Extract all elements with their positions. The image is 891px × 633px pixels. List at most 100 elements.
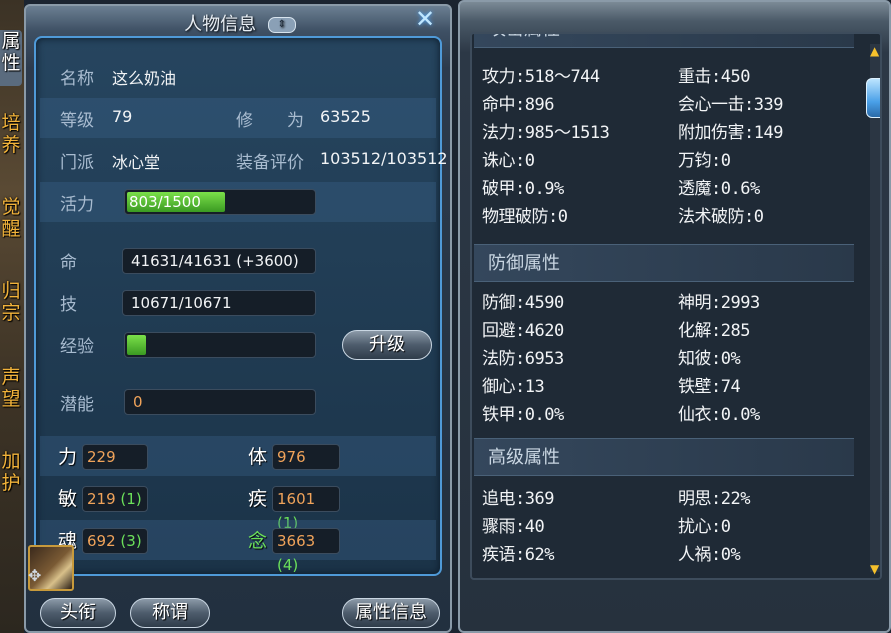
faction-label: 门派 [60,153,94,173]
attr-defense-6: 御心:13 [482,377,545,397]
stat-strength-value: 229 [87,448,116,466]
cultivation-label: 修 为 [236,111,304,131]
stat-constitution: 976 [272,444,340,470]
stat-speed-value: 1601 [277,490,316,508]
vitality-text: 803/1500 [129,193,201,211]
character-name: 这么奶油 [112,69,177,88]
stat-label-mind: 念 [248,530,268,552]
side-tab-cultivate[interactable]: 培养 [0,112,22,156]
stats-row-2: 敏 219 (1) 疾 1601 (1) [40,478,436,532]
stat-mind: 3663 (4) [272,528,340,574]
exp-bar-fill [127,335,146,355]
panel-title-text: 人物信息 [184,14,257,35]
stat-soul-bonus: (3) [120,532,142,550]
attr-defense-0: 防御:4590 [482,293,564,313]
attribute-details-panel: 攻击属性 攻力:518～744 重击:450 命中:896 会心一击:339 法… [458,0,891,633]
hp-row: 命 41631/41631 (+3600) [40,242,436,282]
attr-advanced-4: 疾语:62% [482,545,554,565]
stat-strength: 229 [82,444,148,470]
move-icon[interactable]: ✥ [28,566,41,585]
level-label: 等级 [60,111,94,131]
attr-offense-1: 重击:450 [678,67,750,87]
panel-title: 人物信息 ⇕ [26,10,454,36]
faction-value: 冰心堂 [112,153,161,172]
potential-row: 潜能 0 [40,382,436,422]
offense-section-header: 攻击属性 [474,34,854,48]
attr-offense-9: 透魔:0.6% [678,179,760,199]
side-tab-awaken[interactable]: 觉醒 [0,196,22,240]
attribute-list: 攻击属性 攻力:518～744 重击:450 命中:896 会心一击:339 法… [470,32,882,580]
attr-advanced-0: 追电:369 [482,489,554,509]
potential-value: 0 [124,389,316,415]
skill-value: 10671/10671 [122,290,316,316]
attr-defense-9: 仙衣:0.0% [678,405,760,425]
character-details-frame: 名称 这么奶油 等级 79 修 为 63525 门派 冰心堂 装备评价 1035… [34,36,448,576]
title-toggle-icon[interactable]: ⇕ [267,17,296,33]
vitality-bar: 803/1500 [124,189,316,215]
stat-mind-bonus: (4) [277,556,299,574]
attribute-info-button[interactable]: 属性信息 [342,598,440,628]
attr-offense-0: 攻力:518～744 [482,67,600,87]
stat-soul-value: 692 [87,532,116,550]
name-label: 名称 [60,69,94,89]
level-row: 等级 79 修 为 63525 [40,98,436,138]
skill-row: 技 10671/10671 [40,284,436,324]
gear-score-value: 103512/103512 [320,149,448,168]
title-button[interactable]: 头衔 [40,598,116,628]
stat-mind-value: 3663 [277,532,316,550]
potential-label: 潜能 [60,395,94,415]
stats-row-1: 力 229 体 976 [40,436,436,476]
attr-defense-4: 法防:6953 [482,349,564,369]
hp-label: 命 [60,253,77,273]
exp-bar [124,332,316,358]
scroll-up-icon[interactable]: ▲ [870,44,879,58]
level-value: 79 [112,107,133,126]
scrollbar-thumb[interactable] [866,78,880,118]
scrollbar-track[interactable] [870,44,880,572]
upgrade-button[interactable]: 升级 [342,330,432,360]
attr-offense-2: 命中:896 [482,95,554,115]
attr-defense-3: 化解:285 [678,321,750,341]
attr-offense-4: 法力:985～1513 [482,123,610,143]
side-tab-return[interactable]: 归宗 [0,280,22,324]
close-button[interactable]: ✕ [410,6,440,32]
attr-offense-3: 会心一击:339 [678,95,783,115]
attr-offense-7: 万钧:0 [678,151,731,171]
attr-defense-5: 知彼:0% [678,349,741,369]
scroll-down-icon[interactable]: ▼ [870,562,879,576]
attr-offense-6: 诛心:0 [482,151,535,171]
attr-advanced-2: 骤雨:40 [482,517,545,537]
stat-label-strength: 力 [58,446,78,468]
attr-defense-1: 神明:2993 [678,293,760,313]
gear-score-label: 装备评价 [236,153,304,173]
attr-offense-5: 附加伤害:149 [678,123,783,143]
exp-label: 经验 [60,337,94,357]
attr-offense-10: 物理破防:0 [482,207,568,227]
appellation-button[interactable]: 称谓 [130,598,210,628]
hp-value: 41631/41631 (+3600) [122,248,316,274]
stat-agility: 219 (1) [82,486,148,512]
side-tab-attributes[interactable]: 属性 [0,30,22,86]
vitality-label: 活力 [60,195,94,215]
cultivation-value: 63525 [320,107,371,126]
stat-label-agility: 敏 [58,488,78,510]
character-info-panel: 人物信息 ⇕ ✕ 名称 这么奶油 等级 79 修 为 63525 门派 冰心堂 … [24,4,452,633]
skill-label: 技 [60,295,77,315]
stat-agility-bonus: (1) [120,490,142,508]
stat-soul: 692 (3) [82,528,148,554]
stat-label-constitution: 体 [248,446,268,468]
stat-label-speed: 疾 [248,488,268,510]
faction-row: 门派 冰心堂 装备评价 103512/103512 [40,140,448,180]
attr-advanced-3: 扰心:0 [678,517,731,537]
attr-defense-8: 铁甲:0.0% [482,405,564,425]
stats-row-3: 魂 692 (3) 念 3663 (4) [40,520,436,574]
side-tab-protection[interactable]: 加护 [0,450,22,494]
attr-defense-7: 铁壁:74 [678,377,741,397]
side-tab-strip: 属性 培养 觉醒 归宗 声望 加护 [0,0,24,633]
side-tab-reputation[interactable]: 声望 [0,366,22,410]
attr-advanced-5: 人祸:0% [678,545,741,565]
attr-offense-11: 法术破防:0 [678,207,764,227]
stat-speed: 1601 (1) [272,486,340,532]
advanced-section-header: 高级属性 [474,438,854,476]
attr-offense-8: 破甲:0.9% [482,179,564,199]
